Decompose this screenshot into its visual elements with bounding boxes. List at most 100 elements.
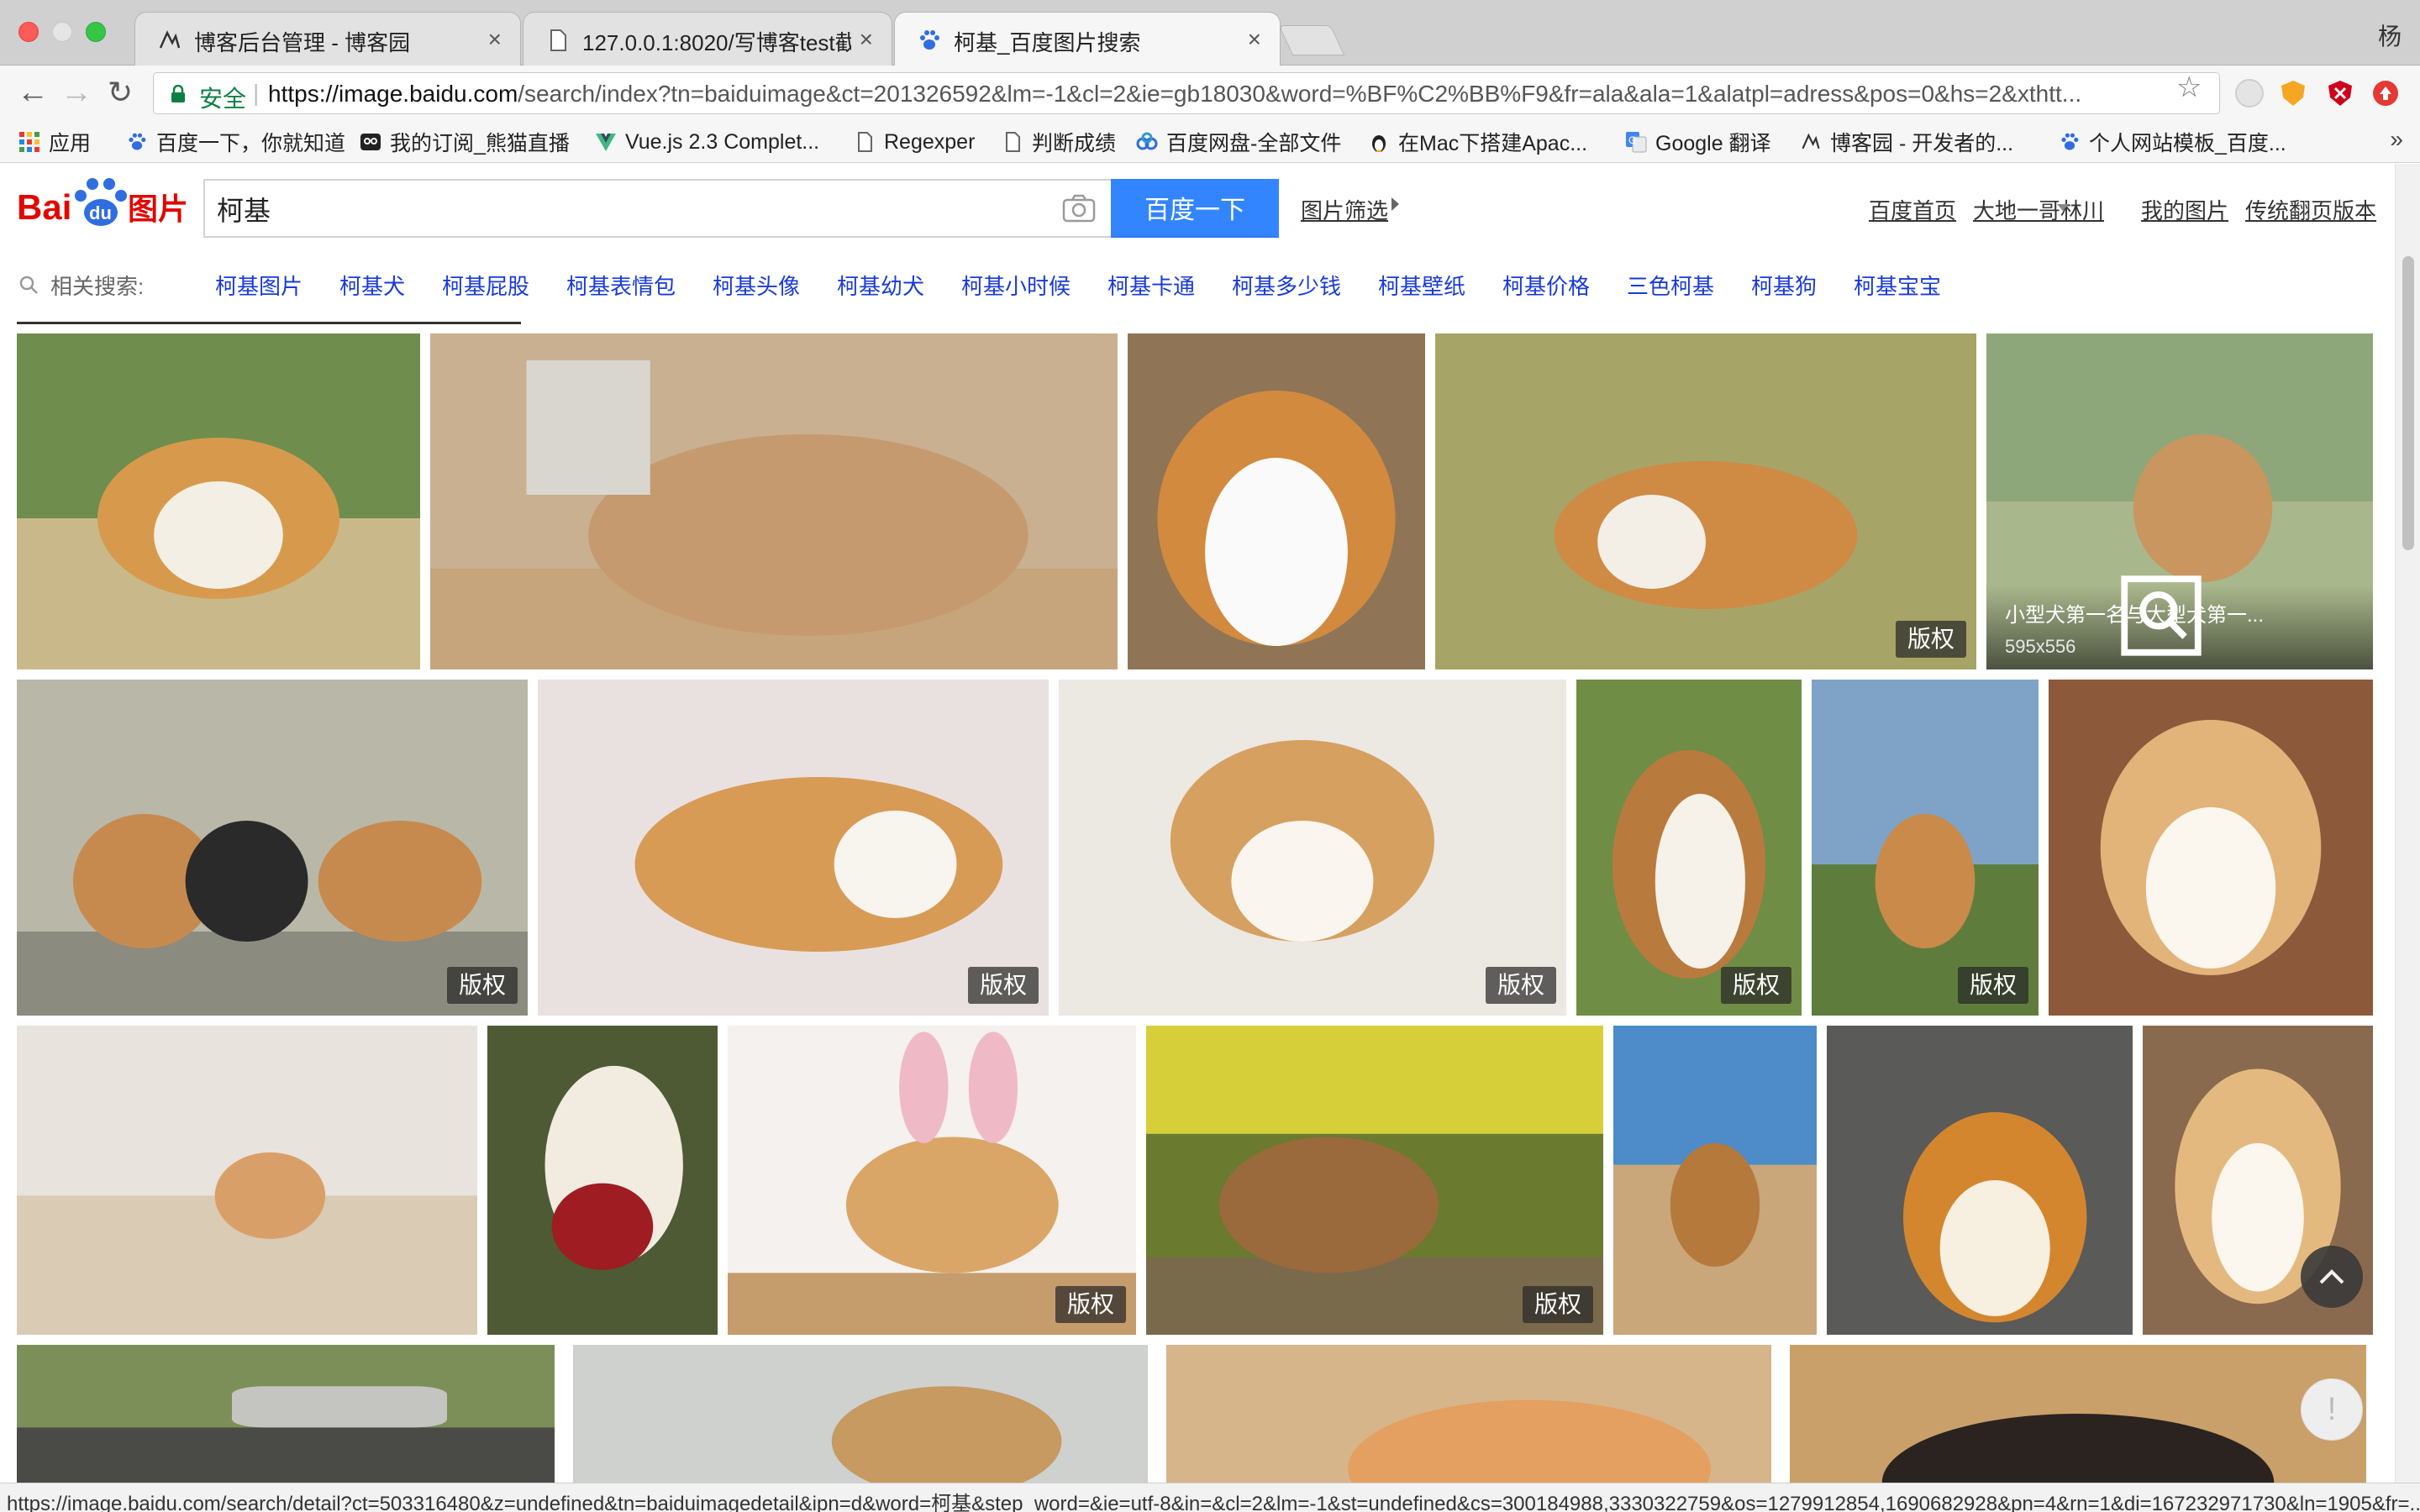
related-divider bbox=[17, 322, 521, 324]
user-menu[interactable]: 大地一哥林川 bbox=[1973, 194, 2104, 225]
bookmark-baidu[interactable]: 百度一下，你就知道 bbox=[126, 128, 345, 156]
camera-icon[interactable] bbox=[1062, 194, 1096, 223]
related-link[interactable]: 柯基狗 bbox=[1751, 270, 1817, 301]
image-result[interactable]: 版权 bbox=[538, 680, 1049, 1016]
logo-bai-text: Bai bbox=[17, 187, 71, 227]
related-link[interactable]: 柯基表情包 bbox=[566, 270, 676, 301]
related-link[interactable]: 柯基头像 bbox=[713, 270, 800, 301]
bookmark-regexper[interactable]: Regexper bbox=[854, 128, 975, 156]
link-baidu-home[interactable]: 百度首页 bbox=[1869, 194, 1956, 225]
bookmark-templates[interactable]: 个人网站模板_百度... bbox=[2059, 128, 2286, 156]
profile-name[interactable]: 杨 bbox=[2378, 18, 2402, 52]
window-zoom-button[interactable] bbox=[86, 22, 106, 42]
related-link[interactable]: 三色柯基 bbox=[1627, 270, 1714, 301]
image-result[interactable]: 版权 bbox=[728, 1026, 1136, 1335]
image-result[interactable] bbox=[17, 1026, 477, 1335]
extension-shield-icon[interactable] bbox=[2279, 79, 2307, 108]
copyright-badge: 版权 bbox=[1522, 1286, 1593, 1323]
scrollbar-thumb[interactable] bbox=[2402, 256, 2414, 550]
bookmark-label: Vue.js 2.3 Complet... bbox=[625, 129, 820, 154]
copyright-badge: 版权 bbox=[1720, 967, 1791, 1004]
forward-arrow-icon[interactable]: → bbox=[60, 74, 92, 111]
link-classic-paging[interactable]: 传统翻页版本 bbox=[2245, 194, 2376, 225]
window-minimize-button[interactable] bbox=[52, 22, 72, 42]
bookmark-apps[interactable]: 应用 bbox=[18, 128, 91, 156]
back-to-top-button[interactable] bbox=[2301, 1246, 2363, 1308]
extension-record-icon[interactable] bbox=[2371, 79, 2400, 108]
image-result-hovered[interactable]: 小型犬第一名与大型犬第一... 595x556 bbox=[1986, 333, 2373, 669]
bookmark-vue[interactable]: Vue.js 2.3 Complet... bbox=[595, 128, 819, 156]
bookmark-label: 我的订阅_熊猫直播 bbox=[390, 132, 570, 155]
corgi-photo bbox=[1827, 1026, 2133, 1335]
tab-close-icon[interactable]: × bbox=[860, 26, 873, 53]
bookmark-label: 应用 bbox=[49, 132, 92, 155]
back-arrow-icon[interactable]: ← bbox=[17, 74, 49, 111]
address-bar[interactable]: 安全 | https://image.baidu.com/search/inde… bbox=[153, 72, 2220, 114]
tab-cnblogs-admin[interactable]: 博客后台管理 - 博客园 × bbox=[134, 12, 521, 66]
corgi-photo bbox=[573, 1345, 1148, 1483]
image-result[interactable] bbox=[1166, 1345, 1771, 1483]
related-link[interactable]: 柯基犬 bbox=[339, 270, 405, 301]
related-link[interactable]: 柯基壁纸 bbox=[1378, 270, 1465, 301]
bookmark-cnblogs[interactable]: 博客园 - 开发者的... bbox=[1800, 128, 2013, 156]
related-link[interactable]: 柯基幼犬 bbox=[837, 270, 924, 301]
image-result[interactable] bbox=[1613, 1026, 1817, 1335]
related-link[interactable]: 柯基图片 bbox=[215, 270, 302, 301]
bookmark-baidu-pan[interactable]: 百度网盘-全部文件 bbox=[1136, 128, 1341, 156]
image-result[interactable] bbox=[2049, 680, 2373, 1016]
tab-localhost[interactable]: 127.0.0.1:8020/写博客test截屏/ × bbox=[523, 12, 892, 66]
image-result[interactable]: 版权 bbox=[1435, 333, 1976, 669]
bookmark-google-translate[interactable]: G Google 翻译 bbox=[1625, 128, 1771, 156]
copyright-badge: 版权 bbox=[1055, 1286, 1126, 1323]
bookmark-label: 博客园 - 开发者的... bbox=[1830, 132, 2014, 155]
extension-circle-icon[interactable] bbox=[2235, 79, 2264, 108]
image-result[interactable]: 版权 bbox=[1146, 1026, 1603, 1335]
related-link[interactable]: 柯基屁股 bbox=[442, 270, 529, 301]
image-result[interactable] bbox=[430, 333, 1118, 669]
related-link[interactable]: 柯基价格 bbox=[1502, 270, 1590, 301]
link-my-images[interactable]: 我的图片 bbox=[2141, 194, 2228, 225]
bookmark-star-icon[interactable]: ☆ bbox=[2176, 71, 2202, 104]
extension-adblock-icon[interactable] bbox=[2326, 79, 2354, 108]
tab-close-icon[interactable]: × bbox=[1248, 26, 1261, 53]
tab-close-icon[interactable]: × bbox=[488, 26, 502, 53]
window-close-button[interactable] bbox=[18, 22, 39, 42]
related-link[interactable]: 柯基小时候 bbox=[961, 270, 1071, 301]
image-result[interactable] bbox=[487, 1026, 718, 1335]
reload-icon[interactable]: ↻ bbox=[108, 74, 133, 111]
image-result[interactable]: 版权 bbox=[1812, 680, 2039, 1016]
bookmarks-overflow-button[interactable]: » bbox=[2390, 126, 2403, 153]
bookmark-label: 百度网盘-全部文件 bbox=[1166, 132, 1342, 155]
corgi-photo bbox=[1790, 1345, 2366, 1483]
image-result[interactable] bbox=[17, 333, 420, 669]
feedback-button[interactable]: ! bbox=[2301, 1378, 2363, 1441]
image-result[interactable] bbox=[1128, 333, 1425, 669]
page-scrollbar[interactable] bbox=[2395, 164, 2420, 1483]
vue-icon bbox=[596, 134, 616, 151]
bookmark-panda[interactable]: 我的订阅_熊猫直播 bbox=[360, 128, 570, 156]
corgi-photo bbox=[1166, 1345, 1771, 1483]
image-result[interactable]: 版权 bbox=[1576, 680, 1802, 1016]
search-input[interactable] bbox=[217, 189, 973, 229]
image-result[interactable]: 版权 bbox=[17, 680, 528, 1016]
bookmark-label: Regexper bbox=[884, 129, 976, 154]
url-text[interactable]: https://image.baidu.com/search/index?tn=… bbox=[268, 81, 2318, 108]
image-result[interactable] bbox=[573, 1345, 1148, 1483]
image-result[interactable] bbox=[17, 1345, 555, 1483]
new-tab-button[interactable] bbox=[1278, 25, 1345, 55]
related-link[interactable]: 柯基卡通 bbox=[1107, 270, 1195, 301]
image-filter-link[interactable]: 图片筛选 bbox=[1301, 194, 1388, 225]
related-link[interactable]: 柯基宝宝 bbox=[1854, 270, 1941, 301]
image-result[interactable] bbox=[1827, 1026, 2133, 1335]
bookmark-grades[interactable]: 判断成绩 bbox=[1002, 128, 1116, 156]
image-result[interactable] bbox=[1790, 1345, 2366, 1483]
tab-baidu-images[interactable]: 柯基_百度图片搜索 × bbox=[894, 12, 1281, 67]
search-button[interactable]: 百度一下 bbox=[1111, 179, 1279, 238]
zoom-preview-icon[interactable] bbox=[1986, 574, 2354, 658]
tab-title: 127.0.0.1:8020/写博客test截屏/ bbox=[582, 30, 851, 55]
baidu-images-logo[interactable]: Bai du 图片 bbox=[17, 176, 193, 234]
image-result[interactable]: 版权 bbox=[1059, 680, 1566, 1016]
bookmark-apache-mac[interactable]: 在Mac下搭建Apac... bbox=[1368, 128, 1587, 156]
page-icon bbox=[1006, 132, 1020, 152]
related-link[interactable]: 柯基多少钱 bbox=[1232, 270, 1341, 301]
